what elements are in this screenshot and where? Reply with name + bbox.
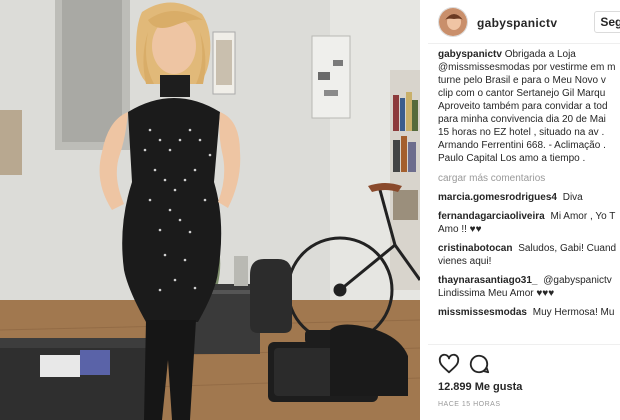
caption-line: clip com o cantor Sertanejo Gil Marqu: [438, 88, 606, 99]
comment-username[interactable]: thaynarasantiago31_: [438, 275, 538, 286]
post-actions: 12.899 Me gusta HACE 15 HORAS: [428, 344, 620, 420]
comment-text: Saludos, Gabi! Cuand: [518, 243, 617, 254]
post-caption: gabyspanictv Obrigada a Loja @missmisses…: [438, 48, 620, 165]
caption-line: 15 horas no EZ hotel , situado na av .: [438, 127, 605, 138]
avatar[interactable]: [438, 7, 468, 37]
comment-text: Amo !! ♥♥: [438, 224, 482, 235]
comment-username[interactable]: fernandagarciaoliveira: [438, 211, 545, 222]
caption-line: @missmissesmodas por vestirme em m: [438, 62, 616, 73]
follow-button[interactable]: Seguir: [594, 11, 620, 33]
comment-username[interactable]: missmissesmodas: [438, 307, 527, 318]
comment-item: missmissesmodas Muy Hermosa! Mu: [438, 306, 620, 319]
load-more-comments-link[interactable]: cargar más comentarios: [438, 172, 620, 185]
comment-text: Diva: [562, 192, 583, 203]
header-username[interactable]: gabyspanictv: [477, 16, 557, 30]
heart-icon[interactable]: [438, 353, 460, 375]
comment-icon[interactable]: [468, 353, 490, 375]
like-count[interactable]: 12.899 Me gusta: [438, 381, 522, 393]
comment-item: marcia.gomesrodrigues4 Diva: [438, 191, 620, 204]
caption-line: Armando Ferrentini 668. - Aclimação .: [438, 140, 606, 151]
avatar-image: [439, 8, 467, 36]
comment-text: Mi Amor , Yo T: [550, 211, 616, 222]
caption-line: Aproveito também para convidar a tod: [438, 101, 608, 112]
photo-scene: [0, 0, 420, 420]
comment-text: Muy Hermosa! Mu: [532, 307, 615, 318]
comment-username[interactable]: cristinabotocan: [438, 243, 512, 254]
comment-item: thaynarasantiago31_ @gabyspanictv Lindis…: [438, 274, 620, 300]
comment-item: fernandagarciaoliveira Mi Amor , Yo T Am…: [438, 210, 620, 236]
caption-line: para minha convivencia dia 20 de Mai: [438, 114, 606, 125]
comment-username[interactable]: marcia.gomesrodrigues4: [438, 192, 557, 203]
comment-text: vienes aqui!: [438, 256, 492, 267]
post-photo[interactable]: [0, 0, 420, 420]
post-header: gabyspanictv Seguir: [428, 0, 620, 44]
caption-line: Obrigada a Loja: [504, 49, 576, 60]
post-side-panel: gabyspanictv Seguir gabyspanictv Obrigad…: [428, 0, 620, 420]
post-timestamp: HACE 15 HORAS: [438, 401, 501, 408]
caption-username[interactable]: gabyspanictv: [438, 49, 502, 60]
comments-section: gabyspanictv Obrigada a Loja @missmisses…: [438, 48, 620, 319]
caption-line: Paulo Capital Los amo a tiempo .: [438, 153, 586, 164]
caption-line: turne pelo Brasil e para o Meu Novo v: [438, 75, 606, 86]
comment-text[interactable]: @gabyspanictv: [543, 275, 612, 286]
comment-text: Lindissima Meu Amor ♥♥♥: [438, 288, 555, 299]
comment-item: cristinabotocan Saludos, Gabi! Cuand vie…: [438, 242, 620, 268]
